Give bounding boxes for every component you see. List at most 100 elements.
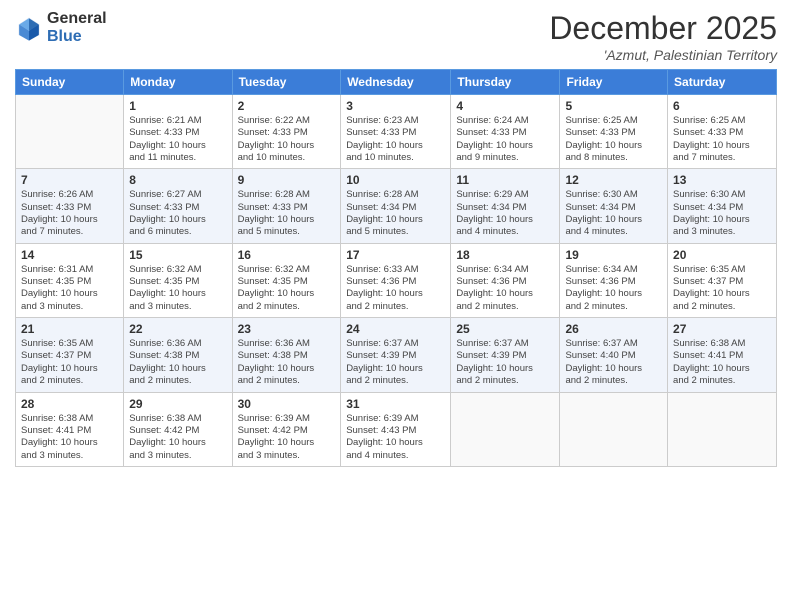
day-info: Sunrise: 6:35 AM Sunset: 4:37 PM Dayligh…	[673, 264, 771, 313]
day-info: Sunrise: 6:38 AM Sunset: 4:41 PM Dayligh…	[21, 413, 118, 462]
calendar-day-cell: 24Sunrise: 6:37 AM Sunset: 4:39 PM Dayli…	[341, 318, 451, 392]
day-number: 13	[673, 173, 771, 187]
calendar-day-cell: 6 Sunrise: 6:25 AM Sunset: 4:33 PM Daylig…	[668, 95, 777, 169]
title-area: December 2025 'Azmut, Palestinian Territ…	[549, 10, 777, 63]
logo-icon	[15, 14, 43, 42]
calendar-week-row: 28 Sunrise: 6:38 AM Sunset: 4:41 PM Dayli…	[16, 392, 777, 466]
day-number: 11	[456, 173, 554, 187]
calendar-day-cell: 1Sunrise: 6:21 AM Sunset: 4:33 PM Daylig…	[124, 95, 232, 169]
day-info: Sunrise: 6:22 AM Sunset: 4:33 PM Dayligh…	[238, 115, 336, 164]
day-number: 6	[673, 99, 771, 113]
day-info: Sunrise: 6:28 AM Sunset: 4:33 PM Dayligh…	[238, 189, 336, 238]
day-info: Sunrise: 6:37 AM Sunset: 4:39 PM Dayligh…	[456, 338, 554, 387]
calendar-day-cell: 18 Sunrise: 6:34 AM Sunset: 4:36 PM Dayli…	[451, 243, 560, 317]
logo-blue-text: Blue	[47, 28, 107, 46]
day-info: Sunrise: 6:27 AM Sunset: 4:33 PM Dayligh…	[129, 189, 226, 238]
day-number: 10	[346, 173, 445, 187]
day-number: 28	[21, 397, 118, 411]
day-number: 12	[565, 173, 662, 187]
day-number: 29	[129, 397, 226, 411]
col-tuesday: Tuesday	[232, 70, 341, 95]
day-number: 4	[456, 99, 554, 113]
calendar-day-cell	[16, 95, 124, 169]
day-number: 18	[456, 248, 554, 262]
day-info: Sunrise: 6:30 AM Sunset: 4:34 PM Dayligh…	[673, 189, 771, 238]
calendar-week-row: 1Sunrise: 6:21 AM Sunset: 4:33 PM Daylig…	[16, 95, 777, 169]
day-number: 19	[565, 248, 662, 262]
day-info: Sunrise: 6:35 AM Sunset: 4:37 PM Dayligh…	[21, 338, 118, 387]
day-number: 9	[238, 173, 336, 187]
day-info: Sunrise: 6:31 AM Sunset: 4:35 PM Dayligh…	[21, 264, 118, 313]
month-title: December 2025	[549, 10, 777, 47]
calendar-day-cell: 26 Sunrise: 6:37 AM Sunset: 4:40 PM Dayli…	[560, 318, 668, 392]
calendar-day-cell: 22 Sunrise: 6:36 AM Sunset: 4:38 PM Dayli…	[124, 318, 232, 392]
col-wednesday: Wednesday	[341, 70, 451, 95]
calendar-day-cell	[668, 392, 777, 466]
calendar-day-cell: 23 Sunrise: 6:36 AM Sunset: 4:38 PM Dayli…	[232, 318, 341, 392]
page: General Blue December 2025 'Azmut, Pales…	[0, 0, 792, 612]
day-info: Sunrise: 6:36 AM Sunset: 4:38 PM Dayligh…	[238, 338, 336, 387]
day-info: Sunrise: 6:33 AM Sunset: 4:36 PM Dayligh…	[346, 264, 445, 313]
day-number: 26	[565, 322, 662, 336]
header: General Blue December 2025 'Azmut, Pales…	[15, 10, 777, 63]
day-number: 16	[238, 248, 336, 262]
calendar-day-cell: 3Sunrise: 6:23 AM Sunset: 4:33 PM Daylig…	[341, 95, 451, 169]
day-number: 22	[129, 322, 226, 336]
day-number: 25	[456, 322, 554, 336]
day-number: 23	[238, 322, 336, 336]
calendar-day-cell: 13 Sunrise: 6:30 AM Sunset: 4:34 PM Dayli…	[668, 169, 777, 243]
calendar-day-cell: 27Sunrise: 6:38 AM Sunset: 4:41 PM Dayli…	[668, 318, 777, 392]
day-number: 24	[346, 322, 445, 336]
calendar-day-cell: 8 Sunrise: 6:27 AM Sunset: 4:33 PM Daylig…	[124, 169, 232, 243]
calendar-day-cell: 30 Sunrise: 6:39 AM Sunset: 4:42 PM Dayli…	[232, 392, 341, 466]
calendar-day-cell: 15Sunrise: 6:32 AM Sunset: 4:35 PM Dayli…	[124, 243, 232, 317]
calendar-week-row: 7Sunrise: 6:26 AM Sunset: 4:33 PM Daylig…	[16, 169, 777, 243]
calendar-day-cell: 19 Sunrise: 6:34 AM Sunset: 4:36 PM Dayli…	[560, 243, 668, 317]
day-number: 14	[21, 248, 118, 262]
day-info: Sunrise: 6:36 AM Sunset: 4:38 PM Dayligh…	[129, 338, 226, 387]
day-info: Sunrise: 6:37 AM Sunset: 4:40 PM Dayligh…	[565, 338, 662, 387]
day-info: Sunrise: 6:29 AM Sunset: 4:34 PM Dayligh…	[456, 189, 554, 238]
day-info: Sunrise: 6:25 AM Sunset: 4:33 PM Dayligh…	[673, 115, 771, 164]
day-info: Sunrise: 6:34 AM Sunset: 4:36 PM Dayligh…	[565, 264, 662, 313]
day-info: Sunrise: 6:39 AM Sunset: 4:42 PM Dayligh…	[238, 413, 336, 462]
col-friday: Friday	[560, 70, 668, 95]
day-number: 31	[346, 397, 445, 411]
calendar-day-cell: 25 Sunrise: 6:37 AM Sunset: 4:39 PM Dayli…	[451, 318, 560, 392]
calendar-day-cell: 12 Sunrise: 6:30 AM Sunset: 4:34 PM Dayli…	[560, 169, 668, 243]
location: 'Azmut, Palestinian Territory	[549, 47, 777, 63]
calendar-day-cell: 7Sunrise: 6:26 AM Sunset: 4:33 PM Daylig…	[16, 169, 124, 243]
logo-general-text: General	[47, 10, 107, 28]
day-info: Sunrise: 6:21 AM Sunset: 4:33 PM Dayligh…	[129, 115, 226, 164]
calendar-week-row: 21 Sunrise: 6:35 AM Sunset: 4:37 PM Dayli…	[16, 318, 777, 392]
day-info: Sunrise: 6:23 AM Sunset: 4:33 PM Dayligh…	[346, 115, 445, 164]
col-monday: Monday	[124, 70, 232, 95]
day-number: 20	[673, 248, 771, 262]
day-info: Sunrise: 6:30 AM Sunset: 4:34 PM Dayligh…	[565, 189, 662, 238]
calendar-day-cell: 20 Sunrise: 6:35 AM Sunset: 4:37 PM Dayli…	[668, 243, 777, 317]
day-info: Sunrise: 6:38 AM Sunset: 4:42 PM Dayligh…	[129, 413, 226, 462]
day-number: 21	[21, 322, 118, 336]
calendar-day-cell: 16Sunrise: 6:32 AM Sunset: 4:35 PM Dayli…	[232, 243, 341, 317]
calendar-day-cell	[560, 392, 668, 466]
calendar-day-cell: 9 Sunrise: 6:28 AM Sunset: 4:33 PM Daylig…	[232, 169, 341, 243]
calendar-day-cell: 28 Sunrise: 6:38 AM Sunset: 4:41 PM Dayli…	[16, 392, 124, 466]
calendar-day-cell: 10Sunrise: 6:28 AM Sunset: 4:34 PM Dayli…	[341, 169, 451, 243]
day-number: 8	[129, 173, 226, 187]
calendar-day-cell: 5 Sunrise: 6:25 AM Sunset: 4:33 PM Daylig…	[560, 95, 668, 169]
calendar-day-cell: 2Sunrise: 6:22 AM Sunset: 4:33 PM Daylig…	[232, 95, 341, 169]
calendar-day-cell: 17Sunrise: 6:33 AM Sunset: 4:36 PM Dayli…	[341, 243, 451, 317]
day-info: Sunrise: 6:38 AM Sunset: 4:41 PM Dayligh…	[673, 338, 771, 387]
day-info: Sunrise: 6:26 AM Sunset: 4:33 PM Dayligh…	[21, 189, 118, 238]
day-number: 5	[565, 99, 662, 113]
day-number: 30	[238, 397, 336, 411]
day-info: Sunrise: 6:32 AM Sunset: 4:35 PM Dayligh…	[129, 264, 226, 313]
calendar-day-cell: 31Sunrise: 6:39 AM Sunset: 4:43 PM Dayli…	[341, 392, 451, 466]
calendar-day-cell: 21 Sunrise: 6:35 AM Sunset: 4:37 PM Dayli…	[16, 318, 124, 392]
calendar-week-row: 14 Sunrise: 6:31 AM Sunset: 4:35 PM Dayli…	[16, 243, 777, 317]
day-info: Sunrise: 6:25 AM Sunset: 4:33 PM Dayligh…	[565, 115, 662, 164]
calendar-day-cell	[451, 392, 560, 466]
logo: General Blue	[15, 10, 107, 45]
calendar-day-cell: 14 Sunrise: 6:31 AM Sunset: 4:35 PM Dayli…	[16, 243, 124, 317]
day-info: Sunrise: 6:34 AM Sunset: 4:36 PM Dayligh…	[456, 264, 554, 313]
